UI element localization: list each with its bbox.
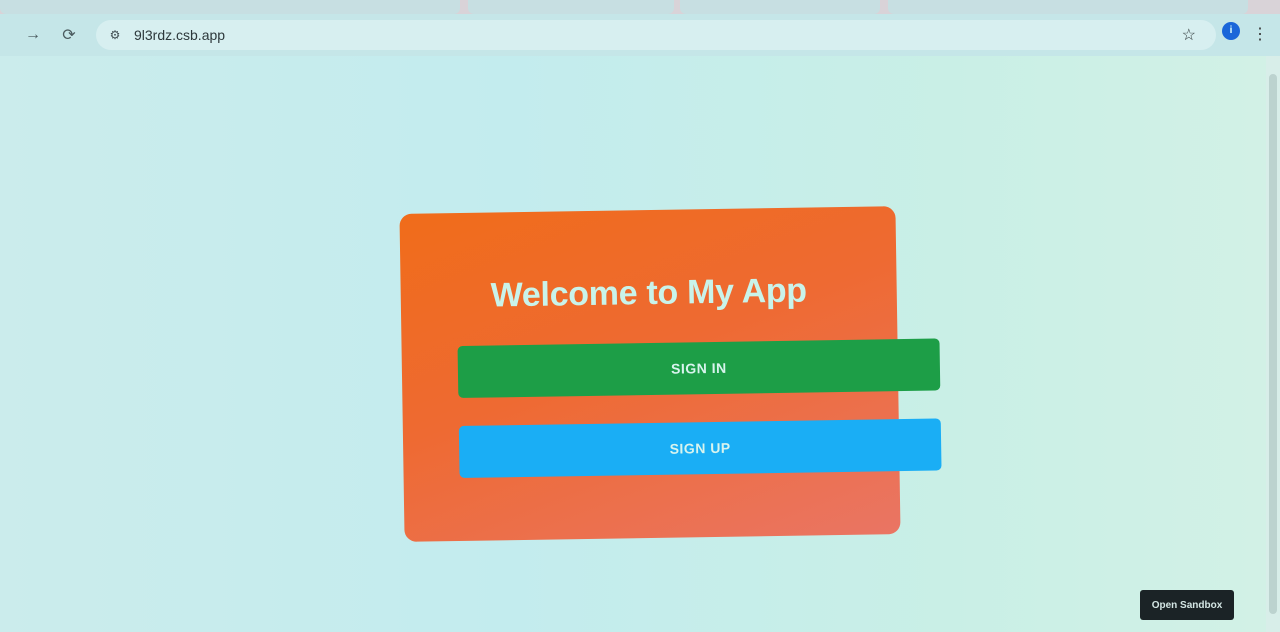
url-text[interactable]: 9l3rdz.csb.app xyxy=(134,27,225,43)
open-sandbox-button[interactable]: Open Sandbox xyxy=(1140,590,1234,620)
scrollbar-thumb[interactable] xyxy=(1269,74,1277,614)
tab[interactable] xyxy=(680,0,880,14)
page-viewport: Welcome to My App SIGN IN SIGN UP Open S… xyxy=(0,56,1266,632)
tab-strip xyxy=(0,0,1280,14)
browser-window: → ⟳ ⚙ 9l3rdz.csb.app ☆ i ⋮ Welcome to My… xyxy=(0,0,1280,632)
sign-in-button[interactable]: SIGN IN xyxy=(457,338,941,399)
arrow-right-icon: → xyxy=(25,26,41,43)
browser-toolbar: → ⟳ ⚙ 9l3rdz.csb.app ☆ i ⋮ xyxy=(0,14,1280,56)
address-bar[interactable]: ⚙ 9l3rdz.csb.app ☆ xyxy=(96,20,1216,50)
star-icon[interactable]: ☆ xyxy=(1182,25,1196,45)
profile-icon[interactable]: i xyxy=(1222,22,1240,40)
tab[interactable] xyxy=(468,0,674,14)
forward-button[interactable]: → xyxy=(20,22,46,48)
scrollbar[interactable] xyxy=(1266,56,1280,632)
welcome-card: Welcome to My App SIGN IN SIGN UP xyxy=(399,206,942,542)
reload-button[interactable]: ⟳ xyxy=(56,22,82,48)
reload-icon: ⟳ xyxy=(62,27,76,44)
kebab-menu-icon[interactable]: ⋮ xyxy=(1252,22,1268,48)
tab[interactable] xyxy=(888,0,1248,14)
sign-up-button[interactable]: SIGN UP xyxy=(458,418,942,479)
tab[interactable] xyxy=(0,0,460,14)
page-title: Welcome to My App xyxy=(490,271,808,315)
tune-icon[interactable]: ⚙ xyxy=(106,27,124,43)
